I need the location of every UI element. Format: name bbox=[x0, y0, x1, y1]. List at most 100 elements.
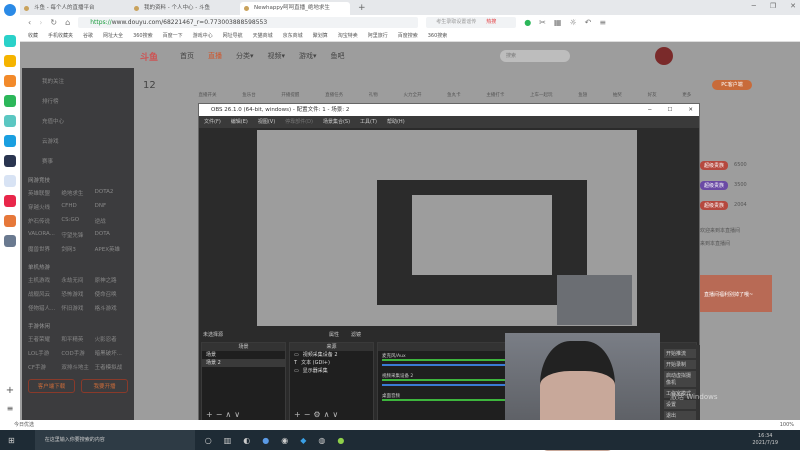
game-link[interactable]: DOTA bbox=[95, 231, 128, 239]
weibo-icon[interactable] bbox=[4, 75, 16, 87]
nav-home[interactable]: 首页 bbox=[180, 51, 194, 61]
new-tab-button[interactable]: + bbox=[358, 3, 366, 13]
cloud-icon[interactable] bbox=[4, 115, 16, 127]
task-view-icon[interactable]: ▥ bbox=[224, 436, 232, 445]
app-icon[interactable] bbox=[4, 135, 16, 147]
minimize-icon[interactable]: ─ bbox=[752, 2, 756, 10]
feature-item[interactable]: 鱼乐台 bbox=[242, 92, 256, 98]
game-link[interactable]: CFHD bbox=[61, 203, 94, 211]
game-link[interactable]: 永劫无间 bbox=[61, 276, 94, 284]
game-link[interactable]: 主机游戏 bbox=[28, 276, 61, 284]
exit-button[interactable]: 退出 bbox=[664, 411, 696, 420]
douyu-logo[interactable]: 斗鱼 bbox=[140, 50, 158, 63]
source-controls[interactable]: +−⚙∧∨ bbox=[294, 410, 341, 419]
nav-video[interactable]: 视频▾ bbox=[268, 51, 286, 61]
scene-item[interactable]: 场景 2 bbox=[202, 359, 285, 367]
game-link[interactable]: 怀旧游戏 bbox=[61, 304, 94, 312]
bookmark[interactable]: 手机收藏夹 bbox=[48, 30, 73, 41]
url-input[interactable]: https://www.douyu.com/68221467_r=0.77300… bbox=[78, 17, 419, 28]
game-icon[interactable] bbox=[4, 215, 16, 227]
source-item[interactable]: T 文本 (GDI+) bbox=[290, 359, 373, 367]
douyu-search-input[interactable]: 搜索 bbox=[500, 50, 570, 62]
obs-preview[interactable] bbox=[199, 128, 699, 328]
menu-tools[interactable]: 工具(T) bbox=[360, 116, 377, 128]
reload-icon[interactable]: ↻ bbox=[50, 18, 57, 27]
game-link[interactable]: 暗黑破坏... bbox=[95, 349, 128, 357]
search-input[interactable]: 考生录取设置谣传 热搜 bbox=[426, 17, 517, 28]
game-link[interactable]: 魔兽世界 bbox=[28, 245, 61, 253]
taskbar-clock[interactable]: 16:34 2021/7/19 bbox=[752, 433, 778, 447]
start-streaming-button[interactable]: 开始推流 bbox=[664, 349, 696, 358]
game-link[interactable]: 恐怖游戏 bbox=[61, 290, 94, 298]
bookmark[interactable]: 收藏 bbox=[28, 30, 38, 41]
menu-icon[interactable]: ≡ bbox=[4, 404, 16, 416]
undo-icon[interactable]: ↶ bbox=[585, 18, 592, 27]
game-link[interactable]: 王者荣耀 bbox=[28, 335, 61, 343]
feature-item[interactable]: 主播打卡 bbox=[486, 92, 504, 98]
menu-help[interactable]: 帮助(H) bbox=[387, 116, 405, 128]
bookmark[interactable]: 360搜索 bbox=[133, 30, 153, 41]
game-link[interactable]: APEX英雄 bbox=[95, 245, 128, 253]
app-icon[interactable]: ◐ bbox=[243, 436, 250, 445]
game-link[interactable]: 战舰风云 bbox=[28, 290, 61, 298]
feature-item[interactable]: 鱼丸卡 bbox=[447, 92, 461, 98]
game-link[interactable]: CS:GO bbox=[61, 217, 94, 225]
nav-live[interactable]: 直播 bbox=[208, 51, 222, 61]
game-link[interactable]: 逆战 bbox=[95, 217, 128, 225]
game-link[interactable]: 守望先锋 bbox=[61, 231, 94, 239]
client-download-button[interactable]: 客户端下载 bbox=[28, 379, 75, 393]
app-icon[interactable] bbox=[4, 35, 16, 47]
scene-item[interactable]: 场景 bbox=[202, 351, 285, 359]
browser-tab-active[interactable]: Newhappy呵呵直播_绝地求生 bbox=[240, 2, 350, 15]
feature-item[interactable]: 鱼翅 bbox=[578, 92, 587, 98]
browser-tab[interactable]: 我的资料 - 个人中心 - 斗鱼 bbox=[130, 2, 240, 15]
feature-item[interactable]: 更多 bbox=[682, 92, 691, 98]
game-link[interactable]: 剑网3 bbox=[61, 245, 94, 253]
menu-item-recharge[interactable]: 充值中心 bbox=[28, 112, 128, 132]
app-icon[interactable]: ● bbox=[337, 436, 344, 445]
bookmark[interactable]: 淘宝特卖 bbox=[338, 30, 358, 41]
feature-item[interactable]: 好友 bbox=[648, 92, 657, 98]
game-link[interactable]: 炉石传说 bbox=[28, 217, 61, 225]
virtual-camera-button[interactable]: 启动虚拟摄像机 bbox=[664, 371, 696, 387]
bookmark[interactable]: 百度一下 bbox=[163, 30, 183, 41]
browser-logo-icon[interactable] bbox=[4, 4, 16, 16]
bookmark[interactable]: 京东商城 bbox=[283, 30, 303, 41]
game-link[interactable]: 双排斗地主 bbox=[61, 363, 94, 371]
game-link[interactable]: 王者模拟战 bbox=[95, 363, 128, 371]
app-icon[interactable] bbox=[4, 95, 16, 107]
app-icon[interactable]: ◍ bbox=[318, 436, 325, 445]
scissors-icon[interactable]: ✂ bbox=[539, 18, 546, 27]
menu-item-ranking[interactable]: 排行榜 bbox=[28, 92, 128, 112]
game-icon[interactable] bbox=[4, 235, 16, 247]
game-link[interactable]: 绝地求生 bbox=[61, 189, 94, 197]
bookmark[interactable]: 聚划算 bbox=[313, 30, 328, 41]
feature-item[interactable]: 抽奖 bbox=[613, 92, 622, 98]
feature-item[interactable]: 直播开关 bbox=[199, 92, 217, 98]
game-link[interactable]: 原神之路 bbox=[95, 276, 128, 284]
bookmark[interactable]: 网址导航 bbox=[223, 30, 243, 41]
home-icon[interactable]: ⌂ bbox=[65, 18, 70, 27]
hot-search-label[interactable]: 热搜 bbox=[486, 19, 496, 25]
menu-edit[interactable]: 编辑(E) bbox=[231, 116, 248, 128]
app-icon[interactable]: ● bbox=[262, 436, 269, 445]
extension-icon[interactable]: ● bbox=[524, 18, 531, 27]
properties-button[interactable]: 属性 bbox=[329, 331, 339, 338]
menu-scene-collection[interactable]: 场景集合(S) bbox=[323, 116, 350, 128]
close-icon[interactable]: ✕ bbox=[790, 2, 796, 10]
browser-tab[interactable]: 斗鱼 - 每个人的直播平台 bbox=[20, 2, 130, 15]
menu-file[interactable]: 文件(F) bbox=[204, 116, 221, 128]
game-link[interactable]: 使命召唤 bbox=[95, 290, 128, 298]
favorites-icon[interactable] bbox=[4, 55, 16, 67]
game-link[interactable]: DOTA2 bbox=[95, 189, 128, 197]
zoom-level[interactable]: 100% bbox=[780, 420, 794, 430]
maximize-icon[interactable]: ☐ bbox=[667, 104, 672, 116]
nav-games[interactable]: 游戏▾ bbox=[299, 51, 317, 61]
menu-item-cloud-game[interactable]: 云游戏 bbox=[28, 132, 128, 152]
doc-icon[interactable] bbox=[4, 175, 16, 187]
game-link[interactable]: 英雄联盟 bbox=[28, 189, 61, 197]
close-icon[interactable]: ✕ bbox=[688, 104, 693, 116]
start-broadcast-button[interactable]: 我要开播 bbox=[81, 379, 128, 393]
source-item[interactable]: ▭ 视频采集设备 2 bbox=[290, 351, 373, 359]
bookmark[interactable]: 百度搜索 bbox=[398, 30, 418, 41]
